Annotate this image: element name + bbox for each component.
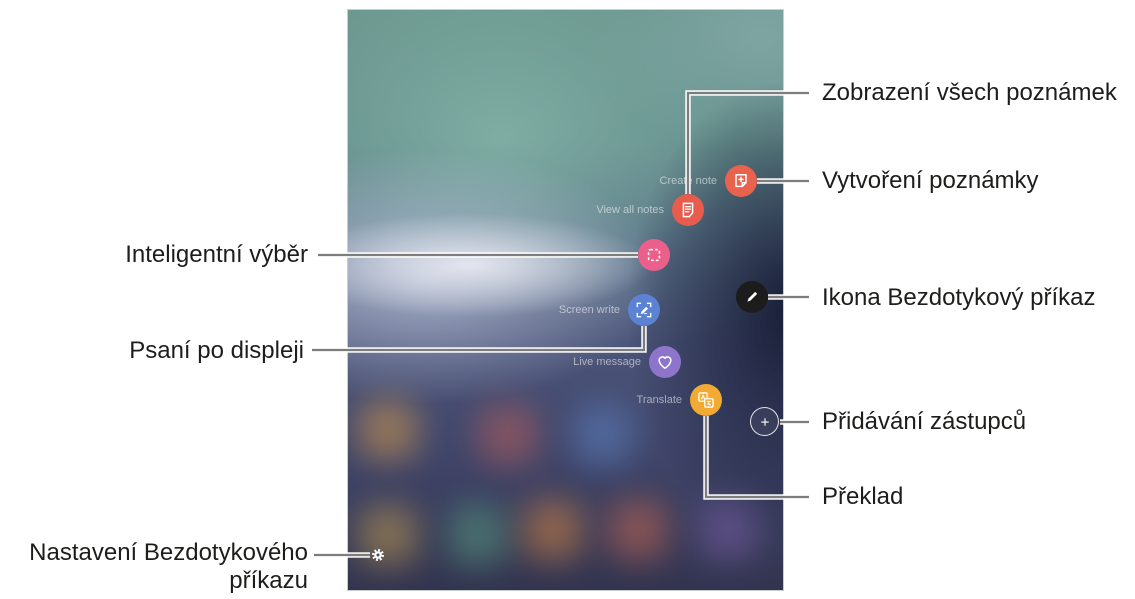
note-plus-icon: [735, 174, 747, 188]
notes-list-icon: [682, 202, 694, 218]
live-message-label: Live message: [573, 356, 641, 368]
callout-label-settings: Nastavení Bezdotykového příkazu: [29, 539, 308, 594]
callout-label-air-command-icon: Ikona Bezdotykový příkaz: [822, 284, 1096, 311]
tablet-screen: Create note View all notes Screen write: [348, 10, 783, 590]
view-all-notes-button[interactable]: [672, 194, 704, 226]
blurred-app-icon: [448, 505, 508, 565]
callout-label-add-shortcuts: Přidávání zástupců: [822, 408, 1027, 435]
smart-select-button[interactable]: [638, 239, 670, 271]
gear-icon: [372, 549, 384, 561]
blurred-app-icon: [478, 405, 538, 465]
air-command-item-screen-write[interactable]: Screen write: [559, 294, 660, 326]
air-command-item-live-message[interactable]: Live message: [573, 346, 681, 378]
add-shortcut-button[interactable]: [750, 407, 779, 436]
translate-icon: [698, 392, 714, 408]
screen-write-label: Screen write: [558, 304, 620, 316]
air-command-item-smart-select[interactable]: [638, 239, 670, 271]
plus-icon: [760, 417, 769, 426]
blurred-app-icon: [358, 505, 418, 565]
heart-icon: [658, 356, 672, 369]
blurred-app-icon: [573, 405, 633, 465]
view-all-notes-label: View all notes: [596, 204, 664, 216]
air-command-item-view-all-notes[interactable]: View all notes: [596, 194, 704, 226]
air-command-settings-button[interactable]: [368, 545, 388, 565]
callout-label-view-all-notes: Zobrazení všech poznámek: [822, 79, 1117, 106]
screen-write-button[interactable]: [628, 294, 660, 326]
blurred-app-icon: [358, 400, 418, 460]
callout-label-create-note: Vytvoření poznámky: [822, 167, 1039, 194]
screen-write-icon: [636, 302, 652, 318]
callout-label-smart-select: Inteligentní výběr: [125, 241, 308, 268]
smart-select-icon: [647, 248, 661, 262]
air-command-button[interactable]: [736, 281, 768, 313]
translate-label: Translate: [636, 394, 682, 406]
translate-button[interactable]: [690, 384, 722, 416]
air-command-item-translate[interactable]: Translate: [637, 384, 722, 416]
blurred-app-icon: [698, 500, 758, 560]
blurred-app-icon: [608, 500, 668, 560]
pen-icon: [747, 291, 758, 302]
callout-label-screen-write: Psaní po displeji: [129, 337, 304, 364]
create-note-button[interactable]: [725, 165, 757, 197]
blurred-app-icon: [523, 500, 583, 560]
callout-label-translate: Překlad: [822, 483, 904, 510]
air-command-item-create-note[interactable]: Create note: [660, 165, 757, 197]
create-note-label: Create note: [659, 175, 717, 187]
live-message-button[interactable]: [649, 346, 681, 378]
